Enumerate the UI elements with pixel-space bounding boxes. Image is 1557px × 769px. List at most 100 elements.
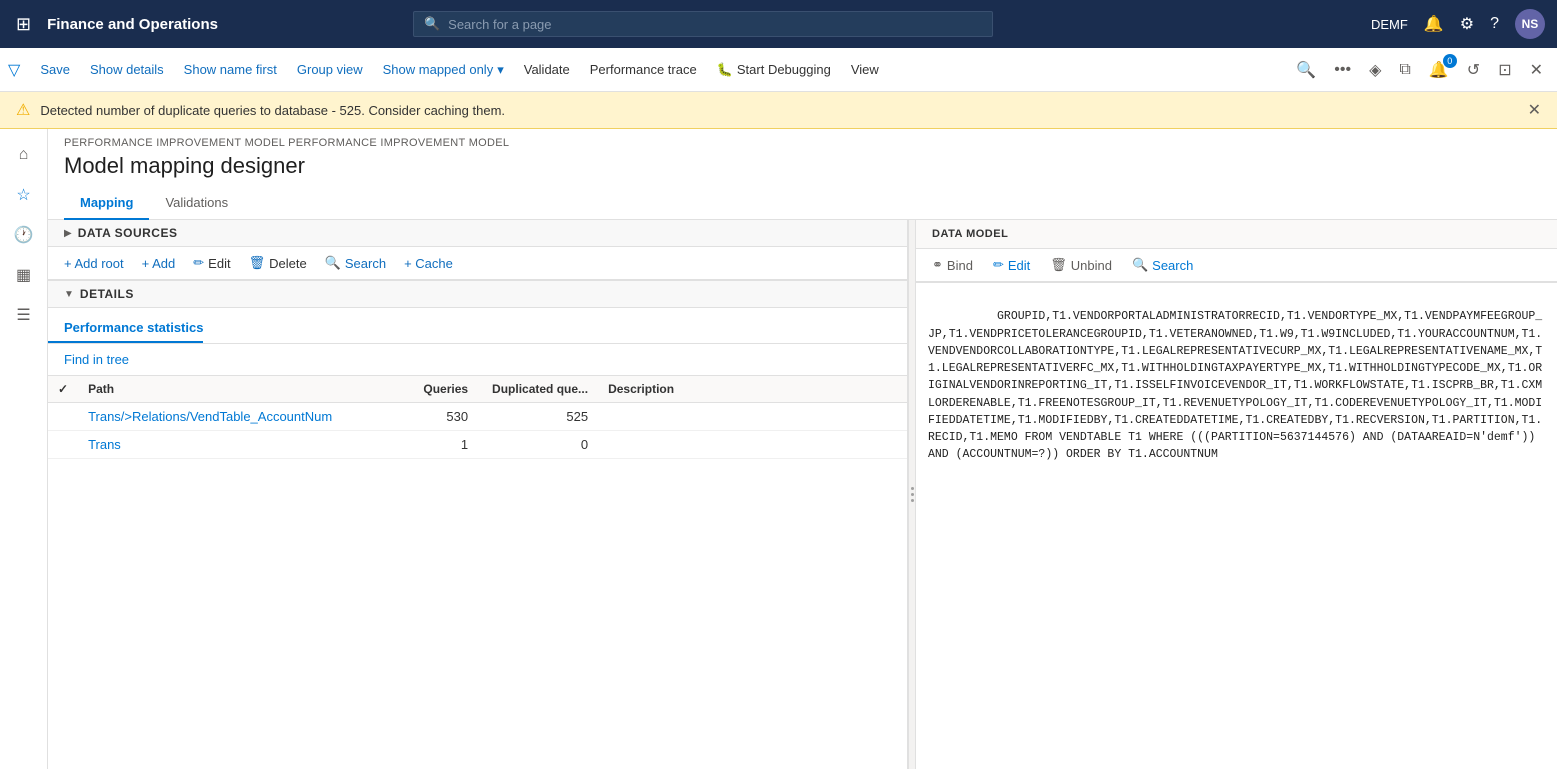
ds-search-icon: 🔍 (325, 255, 341, 271)
row-path[interactable]: Trans (78, 431, 398, 459)
validate-button[interactable]: Validate (516, 58, 578, 81)
sidebar-home-icon[interactable]: ⌂ (6, 137, 42, 173)
save-button[interactable]: Save (32, 58, 78, 81)
row-check (48, 431, 78, 459)
row-duplicated: 0 (478, 431, 598, 459)
collapse-icon[interactable]: ▼ (64, 289, 74, 300)
toolbar-right: 🔍 ••• ◈ ⧉ 🔔 0 ↺ ⊡ ✕ (1290, 56, 1549, 84)
cache-button[interactable]: + Cache (396, 252, 461, 275)
sidebar-star-icon[interactable]: ☆ (6, 177, 42, 213)
vertical-splitter[interactable] (908, 220, 916, 769)
trash-icon: 🗑 (249, 255, 266, 271)
right-panel: DATA MODEL ⚭ Bind ✏ Edit 🗑 Unbind (916, 220, 1557, 769)
col-header-path: Path (78, 376, 398, 403)
col-header-duplicated: Duplicated que... (478, 376, 598, 403)
edit-button[interactable]: ✏ Edit (185, 251, 238, 275)
dm-search-icon: 🔍 (1132, 257, 1148, 273)
search-icon: 🔍 (424, 16, 440, 32)
perf-statistics-tab[interactable]: Performance statistics (48, 312, 203, 343)
expand-icon: ▶ (64, 228, 72, 239)
col-header-check: ✓ (48, 376, 78, 403)
warning-close-button[interactable]: ✕ (1528, 100, 1541, 120)
main-toolbar: ▽ Save Show details Show name first Grou… (0, 48, 1557, 92)
diamond-icon[interactable]: ◈ (1363, 56, 1387, 84)
performance-trace-button[interactable]: Performance trace (582, 58, 705, 81)
splitter-dots (911, 487, 914, 502)
unbind-button[interactable]: 🗑 Unbind (1042, 253, 1120, 277)
bind-label: Bind (947, 258, 973, 273)
edit-label: Edit (208, 256, 230, 271)
sidebar-list-icon[interactable]: ☰ (6, 297, 42, 333)
badge-button-wrapper: 🔔 0 (1423, 56, 1455, 84)
dm-edit-label: Edit (1008, 258, 1030, 273)
app-title: Finance and Operations (47, 16, 218, 33)
add-button[interactable]: + Add (134, 252, 184, 275)
search-input[interactable] (448, 17, 982, 32)
tab-validations[interactable]: Validations (149, 187, 244, 220)
sql-text-area[interactable]: GROUPID,T1.VENDORPORTALADMINISTRATORRECI… (916, 282, 1557, 769)
col-header-description: Description (598, 376, 907, 403)
ds-search-label: Search (345, 256, 386, 271)
group-view-button[interactable]: Group view (289, 58, 371, 81)
row-duplicated: 525 (478, 403, 598, 431)
dm-edit-button[interactable]: ✏ Edit (985, 253, 1038, 277)
bind-button[interactable]: ⚭ Bind (924, 253, 981, 277)
more-options-icon[interactable]: ••• (1328, 57, 1357, 83)
close-button[interactable]: ✕ (1524, 56, 1549, 84)
col-header-queries: Queries (398, 376, 478, 403)
extension-icon[interactable]: ⧉ (1393, 57, 1416, 83)
settings-icon[interactable]: ⚙ (1460, 14, 1474, 34)
table-row: Trans/>Relations/VendTable_AccountNum 53… (48, 403, 907, 431)
details-header: ▼ DETAILS (48, 280, 907, 308)
open-new-icon[interactable]: ⊡ (1492, 56, 1517, 84)
dm-search-button[interactable]: 🔍 Search (1124, 253, 1201, 277)
avatar[interactable]: NS (1515, 9, 1545, 39)
table-row: Trans 1 0 (48, 431, 907, 459)
view-button[interactable]: View (843, 58, 887, 81)
left-sidebar: ⌂ ☆ 🕐 ▦ ☰ (0, 129, 48, 769)
data-sources-title: DATA SOURCES (78, 226, 178, 240)
notification-icon[interactable]: 🔔 (1424, 14, 1444, 34)
delete-label: Delete (269, 256, 307, 271)
warning-message: Detected number of duplicate queries to … (40, 103, 505, 118)
panel-layout: ▶ DATA SOURCES + Add root + Add ✏ Edit 🗑… (48, 220, 1557, 769)
edit-icon: ✏ (193, 255, 204, 271)
search-toolbar-icon[interactable]: 🔍 (1290, 56, 1322, 84)
filter-icon[interactable]: ▽ (8, 60, 20, 80)
dm-search-label: Search (1152, 258, 1193, 273)
row-check (48, 403, 78, 431)
global-search[interactable]: 🔍 (413, 11, 993, 37)
find-in-tree-link[interactable]: Find in tree (48, 344, 145, 375)
ds-search-button[interactable]: 🔍 Search (317, 251, 394, 275)
top-navigation: ⊞ Finance and Operations 🔍 DEMF 🔔 ⚙ ? NS (0, 0, 1557, 48)
data-model-header: DATA MODEL (916, 220, 1557, 249)
perf-tab-bar: Performance statistics (48, 308, 907, 344)
sidebar-table-icon[interactable]: ▦ (6, 257, 42, 293)
help-icon[interactable]: ? (1490, 15, 1499, 33)
details-section: ▼ DETAILS Performance statistics Find in… (48, 280, 907, 769)
show-name-first-button[interactable]: Show name first (176, 58, 285, 81)
data-sources-section-header[interactable]: ▶ DATA SOURCES (48, 220, 907, 247)
performance-table: ✓ Path Queries Duplicated que... Descrip… (48, 375, 907, 459)
grid-icon[interactable]: ⊞ (12, 10, 35, 39)
delete-button[interactable]: 🗑 Delete (241, 251, 315, 275)
row-description (598, 403, 907, 431)
breadcrumb: PERFORMANCE IMPROVEMENT MODEL PERFORMANC… (48, 129, 1557, 149)
bind-icon: ⚭ (932, 257, 943, 273)
sidebar-clock-icon[interactable]: 🕐 (6, 217, 42, 253)
sql-text-content: GROUPID,T1.VENDORPORTALADMINISTRATORRECI… (928, 310, 1542, 461)
row-path[interactable]: Trans/>Relations/VendTable_AccountNum (78, 403, 398, 431)
row-description (598, 431, 907, 459)
tab-mapping[interactable]: Mapping (64, 187, 149, 220)
chevron-down-icon: ▾ (497, 62, 504, 78)
data-model-toolbar: ⚭ Bind ✏ Edit 🗑 Unbind 🔍 Search (916, 249, 1557, 282)
refresh-icon[interactable]: ↺ (1461, 56, 1486, 84)
unbind-icon: 🗑 (1050, 257, 1067, 273)
dm-edit-icon: ✏ (993, 257, 1004, 273)
start-debugging-button[interactable]: 🐛 Start Debugging (709, 58, 839, 82)
show-details-button[interactable]: Show details (82, 58, 172, 81)
page-title: Model mapping designer (48, 149, 1557, 187)
add-root-button[interactable]: + Add root (56, 252, 132, 275)
details-title: DETAILS (80, 287, 134, 301)
show-mapped-only-button[interactable]: Show mapped only ▾ (375, 58, 512, 82)
